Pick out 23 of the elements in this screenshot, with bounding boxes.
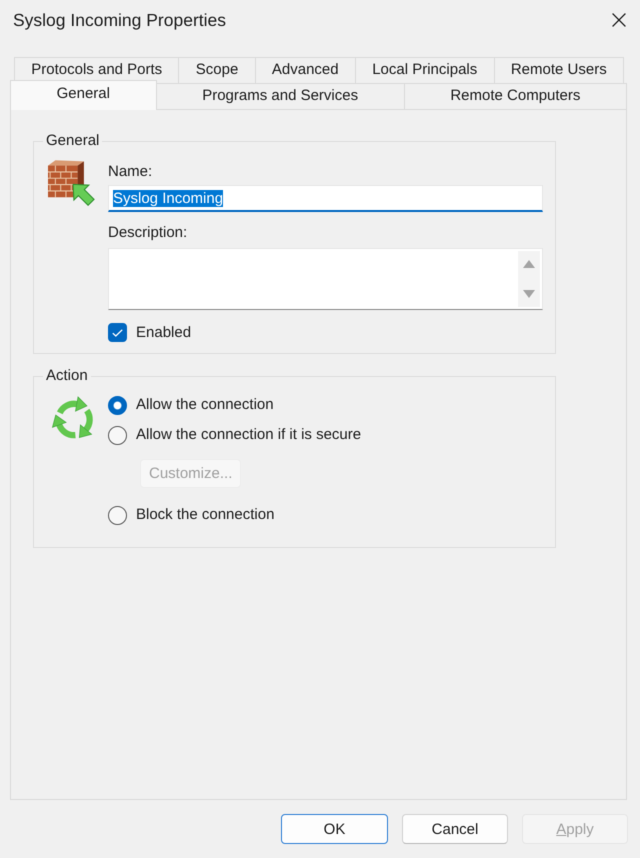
- checkbox[interactable]: [108, 323, 127, 342]
- description-label: Description:: [108, 224, 188, 242]
- tab[interactable]: General: [10, 80, 157, 110]
- group-label: General: [45, 132, 100, 150]
- option-label: Block the connection: [136, 506, 274, 524]
- ok-button[interactable]: OK: [281, 814, 388, 844]
- option-label: Allow the connection: [136, 396, 274, 414]
- option-label: Allow the connection if it is secure: [136, 426, 362, 444]
- checkbox-label: Enabled: [136, 324, 192, 342]
- group-label: Action: [45, 367, 89, 385]
- tab[interactable]: Remote Computers: [404, 83, 627, 109]
- close-icon: [612, 13, 626, 27]
- window-title: Syslog Incoming Properties: [13, 9, 226, 31]
- description-field[interactable]: [108, 248, 543, 310]
- cancel-button[interactable]: Cancel: [402, 814, 508, 844]
- brick-wall-arrow-icon: [48, 160, 95, 206]
- tab[interactable]: Remote Users: [494, 57, 624, 83]
- radio-button[interactable]: [108, 396, 127, 414]
- checkmark-icon: [112, 328, 123, 336]
- name-field[interactable]: Syslog Incoming: [108, 185, 543, 212]
- name-label: Name:: [108, 163, 152, 181]
- radio-button[interactable]: [108, 506, 127, 524]
- radio-button[interactable]: [108, 426, 127, 444]
